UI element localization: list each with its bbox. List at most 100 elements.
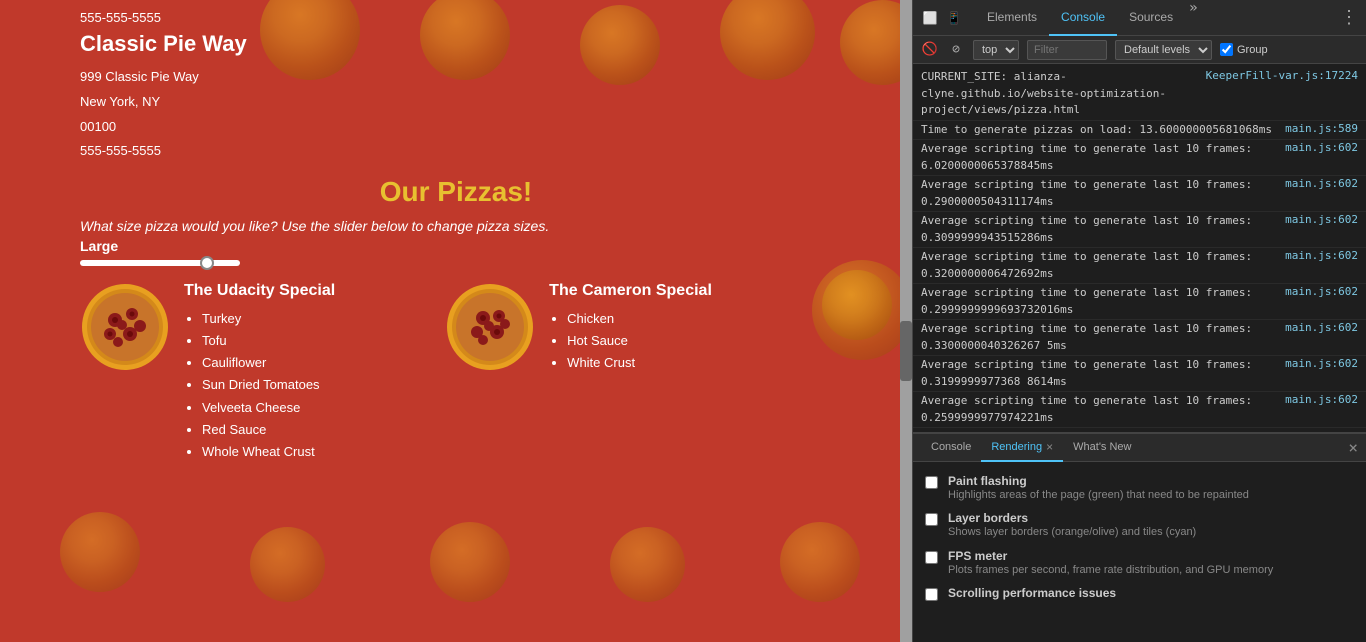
device-toolbar-icon[interactable]: 📱 — [945, 9, 963, 27]
console-entry: Average scripting time to generate last … — [913, 320, 1366, 356]
more-tabs-icon[interactable]: » — [1185, 0, 1201, 36]
context-selector[interactable]: top — [973, 40, 1019, 60]
topping-item: White Crust — [567, 352, 712, 374]
pizza-info-1: The Udacity Special TurkeyTofuCauliflowe… — [184, 282, 335, 463]
rendering-checkbox-paint-flashing[interactable] — [925, 476, 938, 489]
inspect-element-icon[interactable]: ⬜ — [921, 9, 939, 27]
log-levels-select[interactable]: Default levels — [1115, 40, 1212, 60]
devtools-toolbar: 🚫 ⊘ top Default levels Group — [913, 36, 1366, 64]
topping-item: Tofu — [202, 330, 335, 352]
console-entry: Time to generate pizzas on load: 13.6000… — [913, 121, 1366, 141]
devtools-panel: ⬜ 📱 Elements Console Sources » ⋮ 🚫 ⊘ top… — [912, 0, 1366, 642]
size-slider-container[interactable] — [80, 260, 832, 266]
group-checkbox-label[interactable]: Group — [1220, 43, 1268, 56]
console-entry-link[interactable]: main.js:602 — [1285, 177, 1358, 210]
console-entry-text: Average scripting time to generate last … — [921, 285, 1285, 318]
topping-item: Sun Dried Tomatoes — [202, 374, 335, 396]
pizzas-row: The Udacity Special TurkeyTofuCauliflowe… — [80, 282, 832, 463]
console-entry-text: Average scripting time to generate last … — [921, 357, 1285, 390]
store-address-line3: 00100 — [80, 117, 832, 138]
topping-item: Velveeta Cheese — [202, 397, 335, 419]
rendering-checkbox-fps-meter[interactable] — [925, 551, 938, 564]
bottom-panel-close-btn[interactable]: × — [1348, 438, 1358, 457]
rendering-checkbox-scrolling-performance-issues[interactable] — [925, 588, 938, 601]
console-entry-link[interactable]: KeeperFill-var.js:17224 — [1206, 69, 1358, 119]
rendering-item-title: Layer borders — [948, 511, 1354, 525]
website-panel: 555-555-5555 Classic Pie Way 999 Classic… — [0, 0, 912, 642]
pizza-toppings-1: TurkeyTofuCauliflowerSun Dried TomatoesV… — [184, 308, 335, 463]
slider-thumb[interactable] — [200, 256, 214, 270]
topping-item: Chicken — [567, 308, 712, 330]
rendering-checkbox-layer-borders[interactable] — [925, 513, 938, 526]
console-entry-link[interactable]: main.js:589 — [1285, 122, 1358, 139]
rendering-item: Layer bordersShows layer borders (orange… — [925, 507, 1354, 544]
website-scrollbar-thumb[interactable] — [900, 321, 912, 381]
devtools-header: ⬜ 📱 Elements Console Sources » ⋮ — [913, 0, 1366, 36]
console-entry-text: Time to generate pizzas on load: 13.6000… — [921, 122, 1285, 139]
console-entry-link[interactable]: main.js:602 — [1285, 285, 1358, 318]
topping-item: Whole Wheat Crust — [202, 441, 335, 463]
pizza-icon-2 — [445, 282, 535, 372]
console-entry-text: Average scripting time to generate last … — [921, 249, 1285, 282]
console-entry-link[interactable]: main.js:602 — [1285, 141, 1358, 174]
filter-input[interactable] — [1027, 40, 1107, 60]
website-scrollbar[interactable] — [900, 0, 912, 642]
rendering-content: Paint flashingHighlights areas of the pa… — [913, 462, 1366, 642]
size-label: Large — [80, 238, 832, 254]
console-entry-link[interactable]: main.js:602 — [1285, 249, 1358, 282]
bottom-tab-console[interactable]: Console — [921, 434, 981, 462]
devtools-header-icons: ⬜ 📱 — [921, 9, 963, 27]
console-entry-link[interactable]: main.js:602 — [1285, 321, 1358, 354]
console-entry-text: Average scripting time to generate last … — [921, 177, 1285, 210]
rendering-item-title: Paint flashing — [948, 474, 1354, 488]
store-phone: 555-555-5555 — [80, 141, 832, 162]
rendering-item: FPS meterPlots frames per second, frame … — [925, 545, 1354, 582]
clear-console-button[interactable]: 🚫 — [921, 41, 939, 59]
store-address-line1: 999 Classic Pie Way — [80, 67, 832, 88]
group-checkbox[interactable] — [1220, 43, 1233, 56]
pizza-info-2: The Cameron Special ChickenHot SauceWhit… — [549, 282, 712, 374]
devtools-bottom: Console Rendering × What's New × Paint f… — [913, 432, 1366, 642]
rendering-item-title: FPS meter — [948, 549, 1354, 563]
tab-sources[interactable]: Sources — [1117, 0, 1185, 36]
topping-item: Red Sauce — [202, 419, 335, 441]
pizza-title-2: The Cameron Special — [549, 282, 712, 300]
pizza-icon-1 — [80, 282, 170, 372]
console-entry-link[interactable]: main.js:602 — [1285, 393, 1358, 426]
console-entry-text: Average scripting time to generate last … — [921, 321, 1285, 354]
slider-track[interactable] — [80, 260, 240, 266]
rendering-item-desc: Plots frames per second, frame rate dist… — [948, 563, 1354, 578]
rendering-item: Paint flashingHighlights areas of the pa… — [925, 470, 1354, 507]
console-entry: Average scripting time to generate last … — [913, 212, 1366, 248]
pizza-title-1: The Udacity Special — [184, 282, 335, 300]
console-entry: Average scripting time to generate last … — [913, 356, 1366, 392]
pizza-toppings-2: ChickenHot SauceWhite Crust — [549, 308, 712, 374]
topping-item: Hot Sauce — [567, 330, 712, 352]
console-entry-link[interactable]: main.js:602 — [1285, 357, 1358, 390]
tab-elements[interactable]: Elements — [975, 0, 1049, 36]
bottom-tabs: Console Rendering × What's New × — [913, 434, 1366, 462]
console-output[interactable]: CURRENT_SITE: alianza-clyne.github.io/we… — [913, 64, 1366, 432]
console-entry: Average scripting time to generate last … — [913, 392, 1366, 428]
pizza-card-2: The Cameron Special ChickenHot SauceWhit… — [445, 282, 712, 374]
page-title: Our Pizzas! — [80, 176, 832, 208]
bottom-tab-whatsnew[interactable]: What's New — [1063, 434, 1141, 462]
pizza-card-1: The Udacity Special TurkeyTofuCauliflowe… — [80, 282, 335, 463]
store-phone-top: 555-555-5555 — [80, 10, 832, 25]
bottom-tab-rendering[interactable]: Rendering × — [981, 434, 1063, 462]
console-entry-text: Average scripting time to generate last … — [921, 141, 1285, 174]
filter-icon[interactable]: ⊘ — [947, 41, 965, 59]
console-entry: Average scripting time to generate last … — [913, 140, 1366, 176]
topping-item: Cauliflower — [202, 352, 335, 374]
rendering-item-desc: Shows layer borders (orange/olive) and t… — [948, 525, 1354, 540]
rendering-close-btn[interactable]: × — [1046, 440, 1053, 454]
console-entry: Average scripting time to generate last … — [913, 284, 1366, 320]
rendering-item: Scrolling performance issues — [925, 582, 1354, 605]
devtools-menu-icon[interactable]: ⋮ — [1340, 7, 1358, 28]
rendering-item-title: Scrolling performance issues — [948, 586, 1354, 600]
console-entry-link[interactable]: main.js:602 — [1285, 213, 1358, 246]
store-name: Classic Pie Way — [80, 31, 832, 57]
devtools-tabs: Elements Console Sources » — [975, 0, 1336, 36]
console-entry-text: CURRENT_SITE: alianza-clyne.github.io/we… — [921, 69, 1206, 119]
tab-console[interactable]: Console — [1049, 0, 1117, 36]
